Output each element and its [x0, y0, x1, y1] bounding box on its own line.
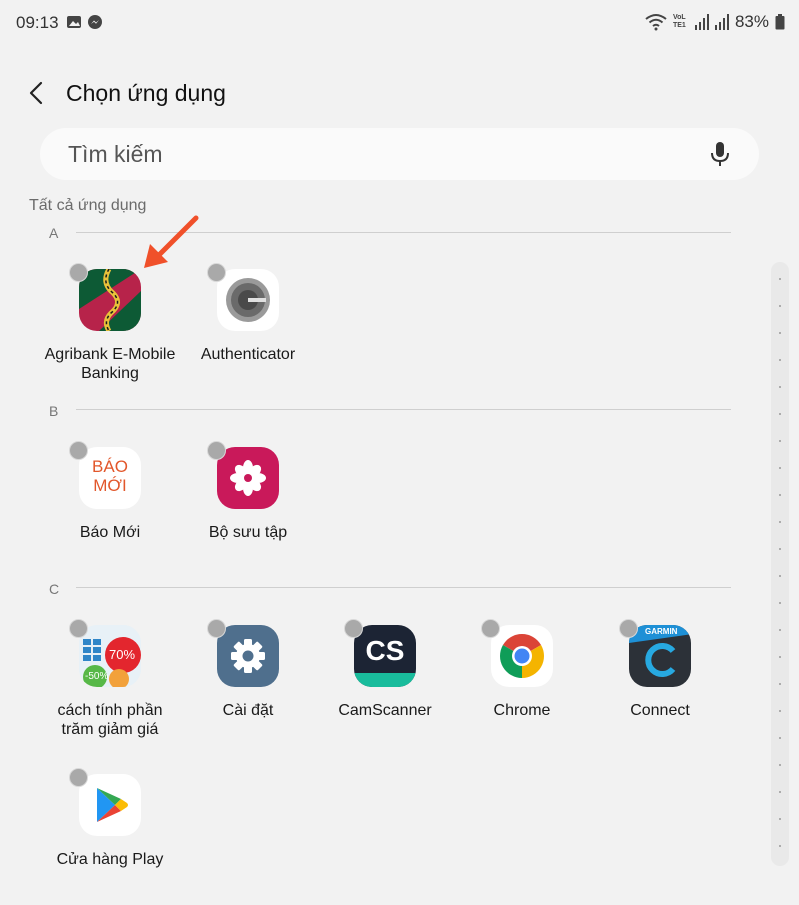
scroll-dot	[779, 521, 781, 523]
radio-button[interactable]	[69, 263, 88, 282]
section-divider	[76, 409, 731, 410]
camscanner-icon: CS	[354, 625, 416, 687]
scroll-dot	[779, 845, 781, 847]
radio-button[interactable]	[344, 619, 363, 638]
index-letter-b: B	[49, 403, 59, 419]
chrome-icon	[491, 625, 553, 687]
scroll-dot	[779, 386, 781, 388]
radio-button[interactable]	[207, 441, 226, 460]
scroll-dot	[779, 683, 781, 685]
app-settings[interactable]: Cài đặt	[179, 619, 317, 755]
app-gallery[interactable]: Bộ sưu tập	[179, 441, 317, 577]
mic-icon[interactable]	[709, 141, 731, 167]
app-label: Agribank E-Mobile Banking	[44, 346, 176, 382]
app-label: Cửa hàng Play	[56, 851, 164, 868]
scroll-dot	[779, 467, 781, 469]
discount-50-text: -50%	[85, 671, 109, 682]
status-bar: 09:13 VoLTE1 83%	[0, 0, 799, 46]
signal-icon-2	[714, 14, 729, 30]
radio-button[interactable]	[69, 619, 88, 638]
radio-button[interactable]	[207, 263, 226, 282]
status-indicators: VoLTE1 83%	[645, 12, 785, 32]
scroll-dot	[779, 413, 781, 415]
scroll-dot	[779, 494, 781, 496]
baomoi-logo-text: BÁO MỚI	[92, 457, 128, 495]
app-label: Báo Mới	[79, 524, 141, 541]
settings-icon	[217, 625, 279, 687]
scroll-dot	[779, 305, 781, 307]
app-label: cách tính phần trăm giảm giá	[57, 702, 163, 738]
app-label: Bộ sưu tập	[208, 524, 288, 541]
radio-button[interactable]	[69, 441, 88, 460]
scroll-dot	[779, 710, 781, 712]
battery-percent: 83%	[734, 12, 769, 31]
status-time: 09:13	[16, 13, 59, 32]
search-box[interactable]	[40, 128, 759, 180]
gallery-icon	[217, 447, 279, 509]
scroll-dot	[779, 359, 781, 361]
search-input[interactable]	[68, 138, 668, 170]
fast-scroll-bar[interactable]	[771, 262, 789, 866]
scroll-dot	[779, 629, 781, 631]
app-label: CamScanner	[338, 702, 432, 719]
header: Chọn ứng dụng	[0, 70, 799, 116]
scroll-dot	[779, 791, 781, 793]
app-agribank[interactable]: Agribank E-Mobile Banking	[41, 263, 179, 399]
wifi-icon	[645, 14, 667, 31]
radio-button[interactable]	[207, 619, 226, 638]
back-icon[interactable]	[22, 78, 52, 108]
gallery-notification-icon	[67, 16, 81, 28]
signal-icon-1	[694, 14, 709, 30]
battery-icon	[775, 14, 785, 30]
discount-70-text: 70%	[109, 647, 136, 662]
app-discount-calculator[interactable]: 70% -50% cách tính phần trăm giảm giá	[41, 619, 179, 755]
scroll-dot	[779, 440, 781, 442]
scroll-dot	[779, 332, 781, 334]
scroll-dot	[779, 737, 781, 739]
radio-button[interactable]	[481, 619, 500, 638]
scroll-dot	[779, 818, 781, 820]
camscanner-logo-text: CS	[365, 635, 405, 666]
app-label: Authenticator	[200, 346, 296, 363]
discount-calculator-icon: 70% -50%	[79, 625, 141, 687]
app-bao-moi[interactable]: BÁO MỚI Báo Mới	[41, 441, 179, 577]
app-play-store[interactable]: Cửa hàng Play	[41, 768, 179, 904]
page-title: Chọn ứng dụng	[66, 80, 226, 106]
play-store-icon	[79, 774, 141, 836]
app-label: Chrome	[493, 702, 551, 719]
pointer-arrow-icon	[144, 215, 199, 268]
scroll-dot	[779, 575, 781, 577]
section-label: Tất cả ứng dụng	[29, 197, 147, 214]
app-connect[interactable]: GARMIN Connect	[591, 619, 729, 755]
app-camscanner[interactable]: CS CamScanner	[316, 619, 454, 755]
scroll-dot	[779, 602, 781, 604]
agribank-icon	[79, 269, 141, 331]
baomoi-icon: BÁO MỚI	[79, 447, 141, 509]
section-divider	[76, 587, 731, 588]
messenger-notification-icon	[88, 15, 102, 29]
authenticator-icon	[217, 269, 279, 331]
garmin-connect-icon: GARMIN	[629, 625, 691, 687]
volte-badge: VoLTE1	[672, 14, 686, 29]
scroll-dot	[779, 656, 781, 658]
radio-button[interactable]	[619, 619, 638, 638]
radio-button[interactable]	[69, 768, 88, 787]
app-chrome[interactable]: Chrome	[453, 619, 591, 755]
app-authenticator[interactable]: Authenticator	[179, 263, 317, 399]
scroll-dot	[779, 278, 781, 280]
scroll-dot	[779, 764, 781, 766]
app-label: Cài đặt	[222, 702, 274, 719]
index-letter-a: A	[49, 225, 59, 241]
app-label: Connect	[630, 702, 690, 719]
index-letter-c: C	[49, 581, 60, 597]
scroll-dot	[779, 548, 781, 550]
